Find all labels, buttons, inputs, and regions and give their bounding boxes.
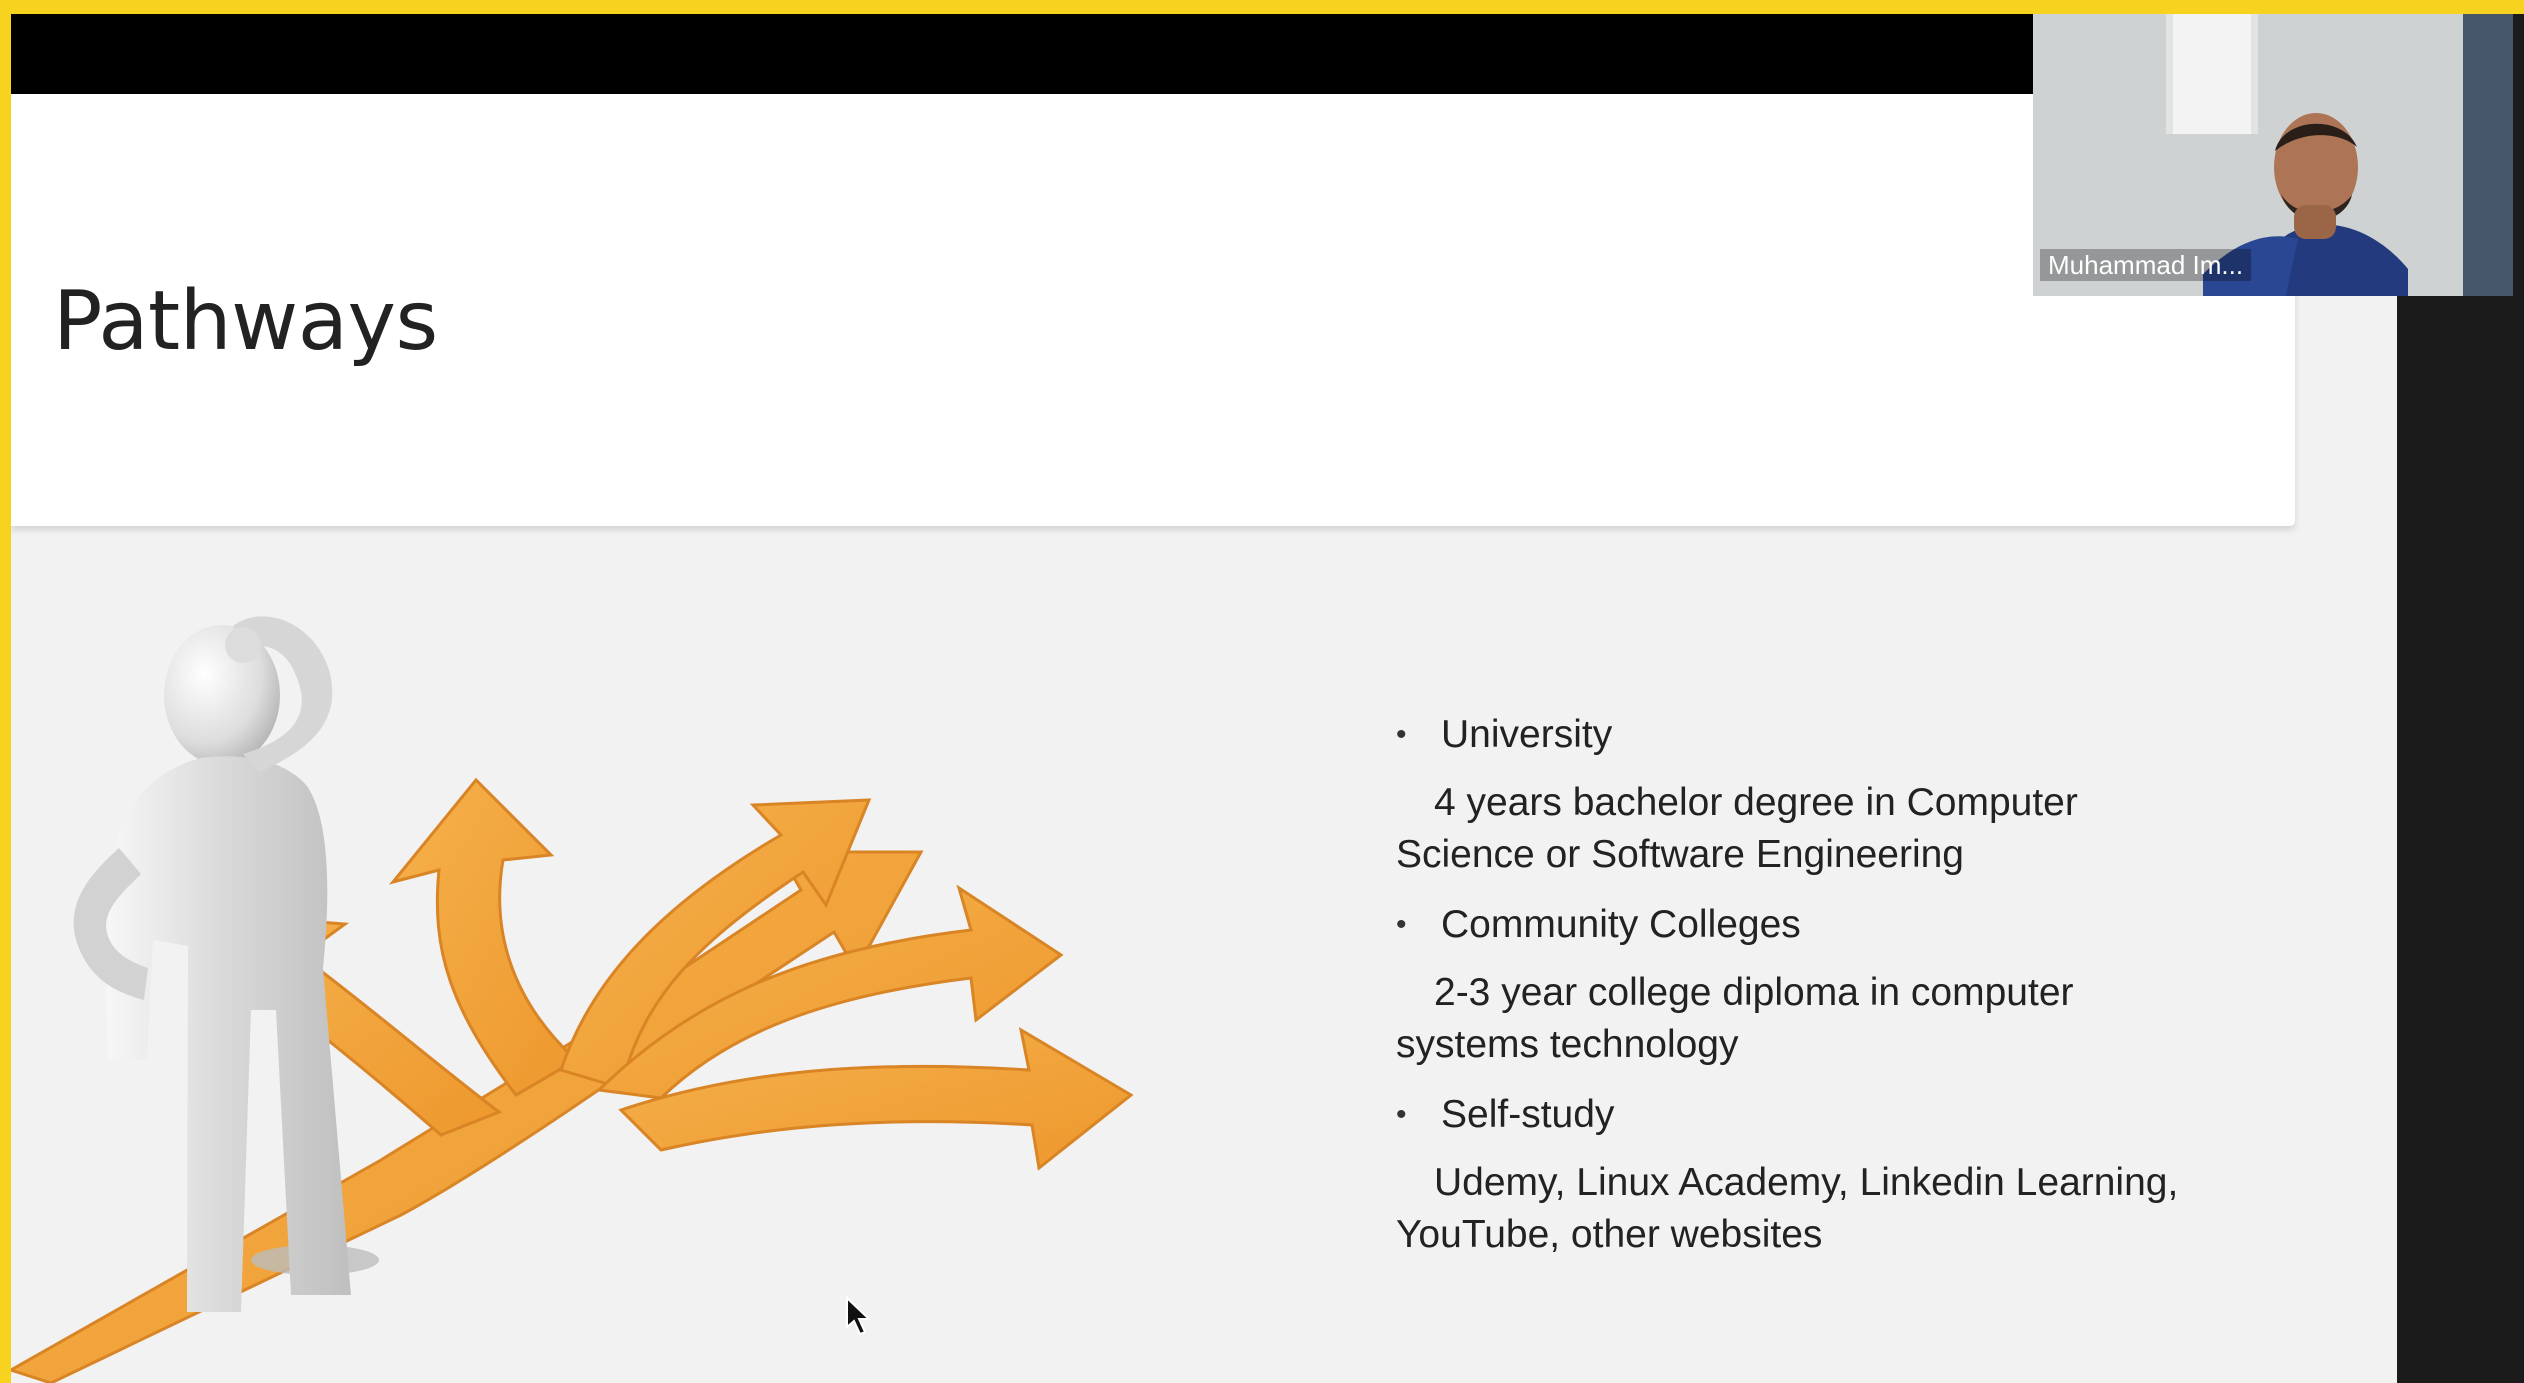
list-item: • University — [1396, 709, 2226, 761]
background-poster — [2463, 14, 2513, 296]
bullet-detail: 4 years bachelor degree in Computer Scie… — [1396, 781, 2078, 876]
bullet-detail: 2-3 year college diploma in computer sys… — [1396, 971, 2074, 1066]
bullet-symbol: • — [1396, 1098, 1407, 1131]
list-item: • Self-study — [1396, 1089, 2226, 1141]
bullet-title: Community Colleges — [1441, 903, 1801, 946]
bullet-symbol: • — [1396, 718, 1407, 751]
list-item: • Community Colleges — [1396, 899, 2226, 951]
thinking-person-icon — [73, 616, 379, 1312]
participant-name: Muhammad Im... — [2040, 249, 2252, 281]
pathways-illustration — [11, 616, 1134, 1383]
screen-share-view: Pathways • University 4 years bachelor d… — [11, 14, 2524, 1383]
pathway-bullet-list: • University 4 years bachelor degree in … — [1396, 709, 2226, 1279]
bullet-title: Self-study — [1441, 1093, 1615, 1136]
slide-header: Pathways — [11, 94, 2295, 526]
top-letterbox-bar — [11, 14, 2035, 94]
bullet-symbol: • — [1396, 908, 1407, 941]
participant-video-tile[interactable]: Muhammad Im... — [2033, 14, 2513, 296]
slide-title: Pathways — [53, 274, 438, 369]
mouse-pointer-icon — [846, 1296, 872, 1336]
bullet-title: University — [1441, 713, 1613, 756]
bullet-detail: Udemy, Linux Academy, Linkedin Learning,… — [1396, 1161, 2179, 1256]
